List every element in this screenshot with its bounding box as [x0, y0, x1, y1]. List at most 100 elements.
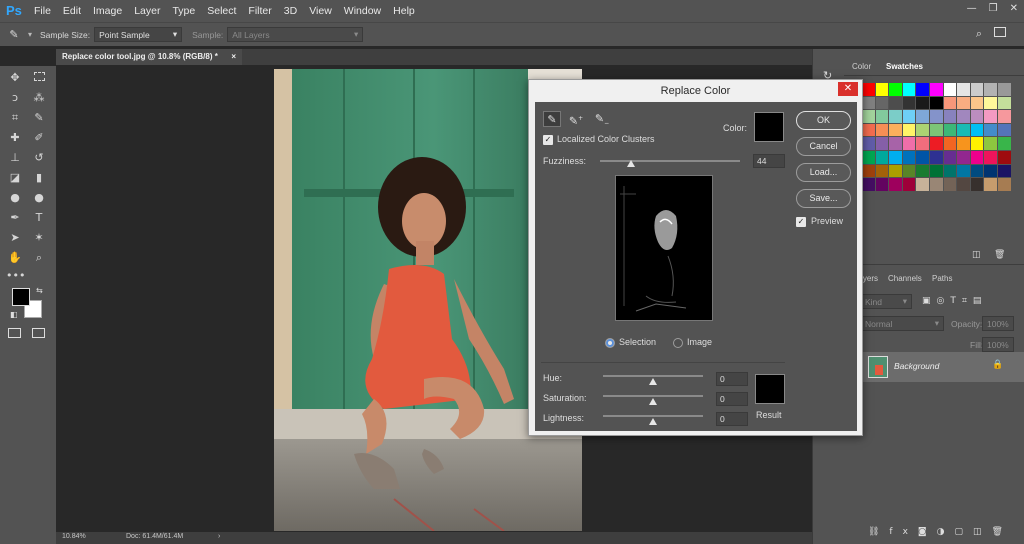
swatch-grid[interactable] [862, 83, 1012, 233]
swatch-cell[interactable] [984, 110, 997, 123]
swatch-cell[interactable] [902, 164, 916, 178]
opacity-input[interactable]: 100% [982, 316, 1014, 331]
swatch-cell[interactable] [998, 164, 1011, 178]
swatch-cell[interactable] [862, 110, 875, 123]
hand-tool-icon[interactable]: ✋ [6, 250, 24, 266]
swatch-cell[interactable] [998, 110, 1011, 123]
swatch-cell[interactable] [875, 123, 889, 137]
fuzziness-slider-thumb[interactable] [626, 160, 635, 167]
menu-file[interactable]: File [34, 5, 51, 17]
swatch-cell[interactable] [998, 123, 1011, 137]
selection-radio[interactable] [605, 338, 615, 348]
swatch-cell[interactable] [970, 123, 984, 137]
path-selection-icon[interactable]: ➤ [6, 230, 24, 246]
save-button[interactable]: Save... [796, 189, 851, 208]
swatch-cell[interactable] [916, 96, 929, 110]
swatch-cell[interactable] [943, 178, 957, 191]
swatch-cell[interactable] [943, 164, 957, 178]
document-tab[interactable]: Replace color tool.jpg @ 10.8% (RGB/8) *… [56, 49, 242, 65]
swatch-cell[interactable] [998, 151, 1011, 164]
swatch-cell[interactable] [916, 110, 929, 123]
swatch-cell[interactable] [998, 178, 1011, 191]
close-tab-icon[interactable]: × [231, 52, 236, 62]
swatch-cell[interactable] [984, 151, 997, 164]
swatch-cell[interactable] [862, 137, 875, 150]
fuzziness-input[interactable]: 44 [753, 154, 785, 168]
menu-image[interactable]: Image [93, 5, 122, 17]
lightness-slider-thumb[interactable] [649, 418, 657, 425]
swatch-cell[interactable] [984, 137, 997, 150]
swatch-cell[interactable] [930, 164, 943, 178]
tab-channels[interactable]: Channels [882, 271, 928, 286]
swatch-cell[interactable] [957, 178, 970, 191]
restore-icon[interactable]: ❐ [989, 3, 998, 14]
eyedropper-tool-icon[interactable]: ✎ [0, 28, 28, 41]
swatch-cell[interactable] [862, 83, 875, 96]
swatch-cell[interactable] [902, 178, 916, 191]
swatch-cell[interactable] [970, 178, 984, 191]
menu-window[interactable]: Window [344, 5, 381, 17]
swatch-cell[interactable] [998, 83, 1011, 96]
menu-layer[interactable]: Layer [134, 5, 160, 17]
new-swatch-icon[interactable]: ◫ [972, 250, 981, 260]
layer-name[interactable]: Background [894, 361, 939, 371]
quick-mask-icon[interactable] [8, 328, 21, 338]
tab-paths[interactable]: Paths [926, 271, 958, 286]
swatch-cell[interactable] [957, 123, 970, 137]
tab-swatches[interactable]: Swatches [880, 59, 929, 74]
foreground-color-swatch[interactable] [12, 288, 30, 306]
swatch-cell[interactable] [875, 83, 889, 96]
saturation-slider-track[interactable] [603, 395, 703, 397]
swatch-cell[interactable] [943, 110, 957, 123]
swatch-cell[interactable] [875, 178, 889, 191]
swatch-cell[interactable] [930, 137, 943, 150]
chevron-down-icon[interactable]: ▾ [28, 30, 32, 39]
eyedropper-icon[interactable]: ✎ [543, 111, 561, 127]
swatch-cell[interactable] [875, 137, 889, 150]
swatch-cell[interactable] [998, 96, 1011, 110]
history-brush-icon[interactable]: ↺ [30, 150, 48, 166]
swatch-cell[interactable] [930, 110, 943, 123]
status-arrow-icon[interactable]: › [218, 533, 220, 540]
close-window-icon[interactable]: ✕ [1010, 3, 1018, 14]
default-colors-icon[interactable]: ◧ [10, 310, 18, 319]
swatch-cell[interactable] [984, 164, 997, 178]
swap-colors-icon[interactable]: ⇆ [36, 286, 43, 295]
swatch-cell[interactable] [970, 96, 984, 110]
close-icon[interactable]: ✕ [838, 82, 858, 96]
swatch-cell[interactable] [970, 137, 984, 150]
swatch-cell[interactable] [943, 83, 957, 96]
layers-footer-icons[interactable]: ⛓fx◙◑▢◫🗑 [860, 527, 1024, 544]
swatch-cell[interactable] [970, 83, 984, 96]
layer-row[interactable]: Background 🔒 [860, 352, 1024, 382]
tab-color[interactable]: Color [846, 59, 877, 74]
swatch-cell[interactable] [957, 96, 970, 110]
more-tools-icon[interactable]: ••• [6, 268, 25, 284]
eraser-tool-icon[interactable]: ◪ [6, 170, 24, 186]
swatch-cell[interactable] [957, 164, 970, 178]
swatch-cell[interactable] [875, 151, 889, 164]
swatch-cell[interactable] [889, 178, 902, 191]
swatch-cell[interactable] [957, 137, 970, 150]
swatch-cell[interactable] [957, 110, 970, 123]
search-icon[interactable]: ⌕ [976, 27, 982, 41]
swatch-cell[interactable] [943, 137, 957, 150]
image-radio[interactable] [673, 338, 683, 348]
lock-icon[interactable]: 🔒 [992, 360, 1003, 370]
selected-color-swatch[interactable] [754, 112, 784, 142]
swatch-cell[interactable] [902, 96, 916, 110]
localized-clusters-checkbox[interactable]: ✓ [543, 135, 553, 145]
add-eyedropper-icon[interactable]: ✎+ [567, 111, 585, 128]
pen-tool-icon[interactable]: ✒ [6, 210, 24, 226]
swatch-cell[interactable] [943, 123, 957, 137]
preview-checkbox[interactable]: ✓ [796, 217, 806, 227]
menu-view[interactable]: View [309, 5, 332, 17]
layer-filter-icons[interactable]: ▣◎T⌗▤ [922, 296, 987, 306]
result-color-swatch[interactable] [755, 374, 785, 404]
swatch-cell[interactable] [984, 83, 997, 96]
clone-stamp-icon[interactable]: ⊥ [6, 150, 24, 166]
swatch-cell[interactable] [889, 123, 902, 137]
cancel-button[interactable]: Cancel [796, 137, 851, 156]
swatch-cell[interactable] [930, 83, 943, 96]
eyedropper-icon[interactable]: ✎ [30, 110, 48, 126]
